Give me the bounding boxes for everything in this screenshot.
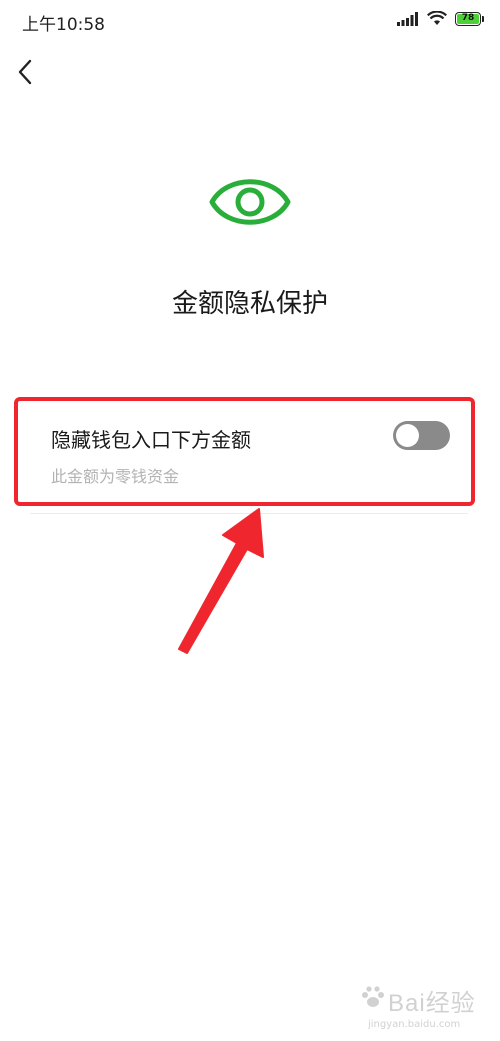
hide-amount-toggle[interactable] (393, 421, 450, 450)
status-time: 上午10:58 (22, 15, 105, 35)
chevron-left-icon (18, 59, 32, 85)
status-bar: 上午10:58 78 (0, 0, 500, 44)
paw-icon (362, 986, 384, 1007)
annotation-arrow-icon (178, 508, 264, 654)
back-button[interactable] (12, 54, 42, 90)
status-icons: 78 (397, 11, 484, 26)
eye-icon (209, 179, 291, 225)
wifi-icon (427, 11, 447, 25)
battery-icon: 78 (455, 11, 484, 26)
baidu-jingyan-watermark: Bai经验 jingyan.baidu.com (360, 979, 490, 1033)
setting-label: 隐藏钱包入口下方金额 (51, 428, 251, 452)
hide-amount-setting-row[interactable]: 隐藏钱包入口下方金额 此金额为零钱资金 (30, 402, 468, 512)
watermark-brand: Bai经验 (388, 990, 476, 1017)
signal-icon (397, 11, 418, 26)
setting-description: 此金额为零钱资金 (51, 467, 180, 486)
battery-level: 78 (457, 13, 479, 24)
watermark-url: jingyan.baidu.com (368, 1019, 461, 1030)
toggle-knob (396, 424, 419, 447)
divider (30, 513, 468, 514)
page-title: 金额隐私保护 (171, 289, 328, 319)
